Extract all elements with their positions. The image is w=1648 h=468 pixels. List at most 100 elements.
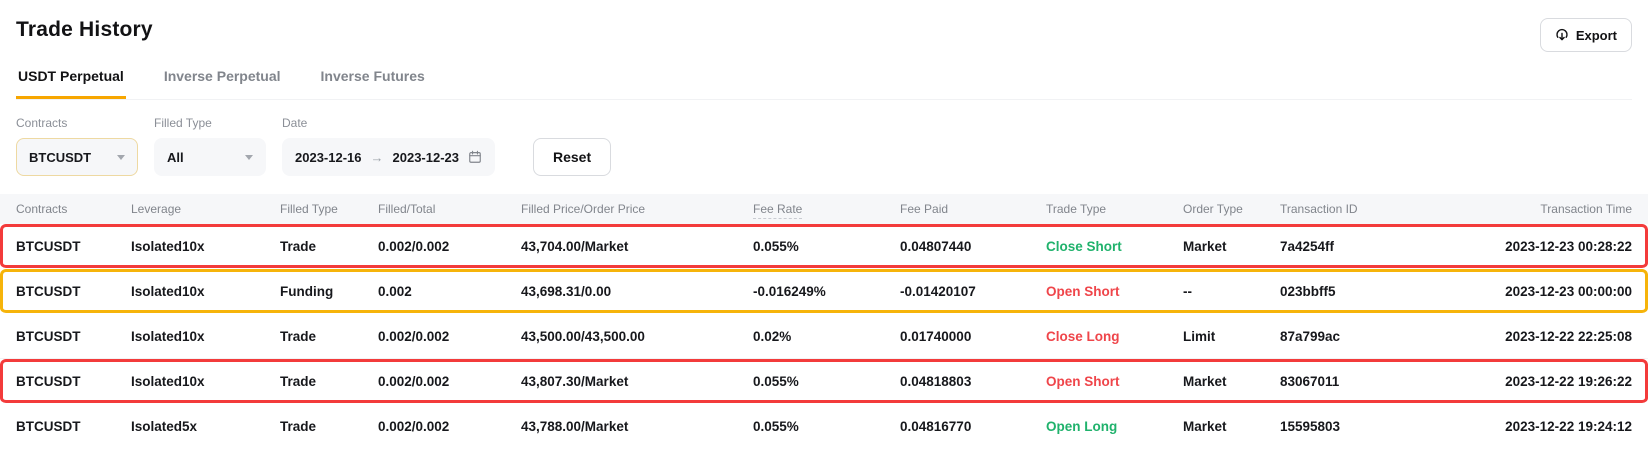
- cell-order-type: Market: [1183, 374, 1280, 389]
- cell-transaction-time: 2023-12-23 00:28:22: [1440, 239, 1632, 254]
- cell-filled-price: 43,807.30/Market: [521, 374, 753, 389]
- tab-usdt-perpetual[interactable]: USDT Perpetual: [16, 66, 126, 99]
- caret-down-icon: [117, 155, 125, 160]
- date-filter: Date 2023-12-16 → 2023-12-23: [282, 116, 495, 176]
- column-header-filled-price-order-price: Filled Price/Order Price: [521, 202, 753, 216]
- cell-contracts: BTCUSDT: [16, 329, 131, 344]
- table-row: BTCUSDT Isolated10x Funding 0.002 43,698…: [0, 269, 1648, 314]
- cell-transaction-id: 7a4254ff: [1280, 239, 1440, 254]
- column-header-filled-total: Filled/Total: [378, 202, 521, 216]
- filled-type-select[interactable]: All: [154, 138, 266, 176]
- cell-fee-paid: -0.01420107: [900, 284, 1046, 299]
- cell-transaction-id: 15595803: [1280, 419, 1440, 434]
- date-range-picker[interactable]: 2023-12-16 → 2023-12-23: [282, 138, 495, 176]
- tab-inverse-futures[interactable]: Inverse Futures: [319, 66, 427, 99]
- cell-leverage: Isolated10x: [131, 284, 280, 299]
- cell-filled-total: 0.002/0.002: [378, 374, 521, 389]
- cell-transaction-time: 2023-12-22 19:24:12: [1440, 419, 1632, 434]
- cell-fee-rate: 0.055%: [753, 239, 900, 254]
- table-row: BTCUSDT Isolated10x Trade 0.002/0.002 43…: [0, 224, 1648, 269]
- cell-contracts: BTCUSDT: [16, 284, 131, 299]
- column-header-filled-type: Filled Type: [280, 202, 378, 216]
- column-header-fee-paid: Fee Paid: [900, 202, 1046, 216]
- download-icon: [1555, 28, 1569, 42]
- cell-order-type: Market: [1183, 419, 1280, 434]
- cell-trade-type: Close Long: [1046, 329, 1183, 344]
- cell-filled-price: 43,704.00/Market: [521, 239, 753, 254]
- column-header-contracts: Contracts: [16, 202, 131, 216]
- cell-fee-paid: 0.04807440: [900, 239, 1046, 254]
- contracts-filter-label: Contracts: [16, 116, 138, 130]
- cell-filled-total: 0.002/0.002: [378, 419, 521, 434]
- cell-contracts: BTCUSDT: [16, 374, 131, 389]
- cell-order-type: Limit: [1183, 329, 1280, 344]
- column-header-transaction-id: Transaction ID: [1280, 202, 1440, 216]
- reset-button[interactable]: Reset: [533, 138, 611, 176]
- caret-down-icon: [245, 155, 253, 160]
- cell-transaction-time: 2023-12-22 22:25:08: [1440, 329, 1632, 344]
- table-body: BTCUSDT Isolated10x Trade 0.002/0.002 43…: [0, 224, 1648, 435]
- tab-inverse-perpetual[interactable]: Inverse Perpetual: [162, 66, 283, 99]
- arrow-right-icon: →: [371, 150, 384, 165]
- table-header: ContractsLeverageFilled TypeFilled/Total…: [0, 194, 1648, 224]
- trade-history-page: Trade History Export USDT Perpetual Inver…: [0, 0, 1648, 468]
- calendar-icon: [468, 150, 482, 164]
- cell-fee-rate: 0.055%: [753, 374, 900, 389]
- cell-trade-type: Close Short: [1046, 239, 1183, 254]
- contracts-filter: Contracts BTCUSDT: [16, 116, 138, 176]
- cell-filled-total: 0.002/0.002: [378, 329, 521, 344]
- cell-leverage: Isolated10x: [131, 374, 280, 389]
- cell-contracts: BTCUSDT: [16, 419, 131, 434]
- cell-trade-type: Open Short: [1046, 284, 1183, 299]
- cell-leverage: Isolated5x: [131, 419, 280, 434]
- cell-transaction-time: 2023-12-22 19:26:22: [1440, 374, 1632, 389]
- cell-trade-type: Open Short: [1046, 374, 1183, 389]
- column-header-fee-rate: Fee Rate: [753, 202, 900, 216]
- cell-transaction-time: 2023-12-23 00:00:00: [1440, 284, 1632, 299]
- cell-fee-rate: -0.016249%: [753, 284, 900, 299]
- cell-order-type: Market: [1183, 239, 1280, 254]
- cell-transaction-id: 87a799ac: [1280, 329, 1440, 344]
- filled-type-select-value: All: [167, 150, 184, 165]
- cell-filled-type: Trade: [280, 239, 378, 254]
- cell-fee-rate: 0.055%: [753, 419, 900, 434]
- export-button[interactable]: Export: [1540, 18, 1632, 52]
- cell-fee-paid: 0.04818803: [900, 374, 1046, 389]
- column-header-transaction-time: Transaction Time: [1440, 202, 1632, 216]
- page-title: Trade History: [16, 18, 1632, 42]
- topbar: Trade History: [0, 0, 1648, 42]
- column-header-leverage: Leverage: [131, 202, 280, 216]
- date-filter-label: Date: [282, 116, 495, 130]
- filled-type-filter-label: Filled Type: [154, 116, 266, 130]
- date-start-value[interactable]: 2023-12-16: [295, 150, 362, 165]
- cell-fee-rate: 0.02%: [753, 329, 900, 344]
- cell-order-type: --: [1183, 284, 1280, 299]
- contracts-select[interactable]: BTCUSDT: [16, 138, 138, 176]
- table-row: BTCUSDT Isolated10x Trade 0.002/0.002 43…: [0, 314, 1648, 359]
- cell-contracts: BTCUSDT: [16, 239, 131, 254]
- cell-filled-type: Funding: [280, 284, 378, 299]
- cell-fee-paid: 0.01740000: [900, 329, 1046, 344]
- date-end-value[interactable]: 2023-12-23: [393, 150, 460, 165]
- trade-history-table: ContractsLeverageFilled TypeFilled/Total…: [0, 194, 1648, 435]
- cell-fee-paid: 0.04816770: [900, 419, 1046, 434]
- cell-trade-type: Open Long: [1046, 419, 1183, 434]
- cell-filled-type: Trade: [280, 329, 378, 344]
- cell-filled-price: 43,788.00/Market: [521, 419, 753, 434]
- cell-filled-total: 0.002: [378, 284, 521, 299]
- cell-transaction-id: 023bbff5: [1280, 284, 1440, 299]
- cell-transaction-id: 83067011: [1280, 374, 1440, 389]
- tabs: USDT Perpetual Inverse Perpetual Inverse F…: [16, 66, 1632, 100]
- cell-filled-price: 43,698.31/0.00: [521, 284, 753, 299]
- column-header-trade-type: Trade Type: [1046, 202, 1183, 216]
- cell-filled-price: 43,500.00/43,500.00: [521, 329, 753, 344]
- contracts-select-value: BTCUSDT: [29, 150, 91, 165]
- filters: Contracts BTCUSDT Filled Type All Date 2…: [16, 116, 1632, 176]
- cell-filled-type: Trade: [280, 374, 378, 389]
- filled-type-filter: Filled Type All: [154, 116, 266, 176]
- cell-filled-total: 0.002/0.002: [378, 239, 521, 254]
- export-button-label: Export: [1576, 28, 1617, 43]
- cell-leverage: Isolated10x: [131, 329, 280, 344]
- table-row: BTCUSDT Isolated5x Trade 0.002/0.002 43,…: [0, 404, 1648, 435]
- cell-leverage: Isolated10x: [131, 239, 280, 254]
